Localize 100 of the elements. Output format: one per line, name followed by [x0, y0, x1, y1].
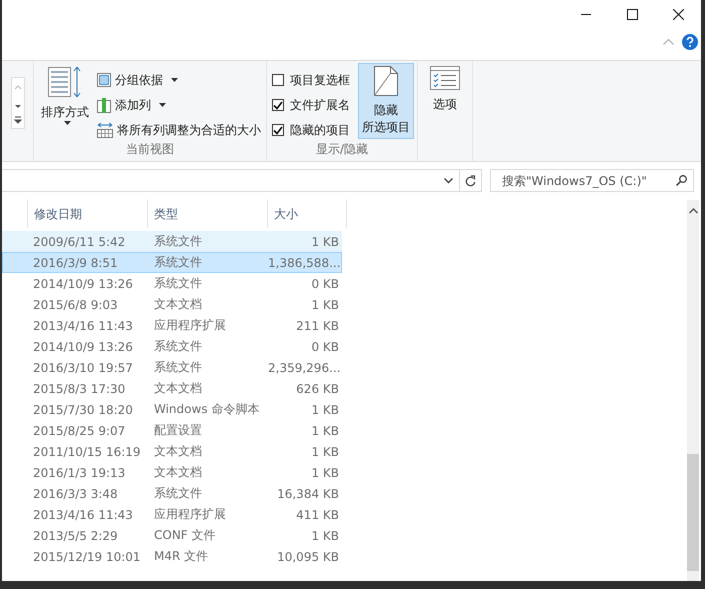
checkbox[interactable] [272, 74, 284, 86]
file-row[interactable]: 2015/8/25 9:07 配置设置 1 KB [2, 420, 342, 441]
date-cell-text: 2015/8/25 9:07 [32, 424, 126, 438]
size-cell-text: 1 KB [310, 466, 340, 480]
chevron-down-icon [444, 178, 452, 184]
size-cell-text: 1 KB [310, 528, 340, 542]
type-cell-text: 文本文档 [153, 443, 203, 460]
ribbon-button[interactable]: 添加列 [95, 94, 263, 116]
sort-by-icon [48, 66, 82, 98]
ribbon-button[interactable]: 分组依据 [95, 69, 263, 91]
file-row[interactable]: 2015/8/3 17:30 文本文档 626 KB [2, 378, 342, 399]
group-label: 当前视图 [125, 141, 175, 158]
size-cell-text: 1 KB [310, 298, 340, 312]
column-header[interactable]: 大小 [267, 200, 347, 228]
size-cell-text: 1 KB [310, 424, 340, 438]
close-icon [672, 8, 684, 20]
file-row[interactable]: 2016/1/3 19:13 文本文档 1 KB [2, 462, 342, 483]
file-row[interactable]: 2015/7/30 18:20 Windows 命令脚本 1 KB [2, 399, 342, 420]
sort-by-button[interactable]: 排序方式 [37, 63, 93, 139]
caret-icon [64, 121, 70, 125]
size-cell-text: 16,384 KB [276, 486, 340, 500]
type-cell-text: 系统文件 [153, 254, 203, 271]
page-icon [374, 66, 398, 96]
type-cell-text: 应用程序扩展 [153, 317, 227, 334]
column-header[interactable]: 类型 [147, 200, 267, 228]
type-cell-text: 系统文件 [153, 275, 203, 292]
help-icon[interactable] [682, 34, 698, 50]
file-row[interactable]: 2011/10/15 16:19 文本文档 1 KB [2, 441, 342, 462]
date-cell-text: 2011/10/15 16:19 [32, 444, 142, 458]
file-row[interactable]: 2016/3/9 8:51 系统文件 1,386,588... [2, 252, 342, 273]
caret-icon [171, 78, 178, 82]
date-cell-text: 2014/10/9 13:26 [32, 276, 134, 290]
search-icon [676, 175, 687, 186]
type-cell-text: M4R 文件 [153, 548, 210, 565]
group-label: 显示/隐藏 [314, 141, 370, 158]
date-cell-text: 2016/3/3 3:48 [32, 486, 119, 500]
checkbox-label: 隐藏的项目 [290, 122, 350, 138]
maximize-icon [626, 8, 638, 20]
type-cell-text: 应用程序扩展 [153, 506, 227, 523]
type-cell-text: 系统文件 [153, 359, 203, 376]
size-cell-text: 0 KB [310, 276, 340, 290]
type-cell-text: Windows 命令脚本 [153, 401, 260, 418]
file-row[interactable]: 2013/4/16 11:43 应用程序扩展 411 KB [2, 504, 342, 525]
date-cell-text: 2013/4/16 11:43 [32, 318, 134, 332]
type-cell-text: 文本文档 [153, 464, 203, 481]
options-button[interactable]: 选项 [421, 63, 469, 139]
type-cell-text: 配置设置 [153, 422, 203, 439]
size-cell: 2,359,296... [268, 360, 341, 374]
date-cell-text: 2013/5/5 2:29 [32, 528, 119, 542]
date-cell-text: 2015/12/19 10:01 [32, 550, 142, 564]
gallery-scroll-icon[interactable] [11, 77, 25, 129]
scroll-up-icon [688, 208, 698, 214]
date-cell-text: 2013/4/16 11:43 [32, 508, 134, 522]
group-by-icon [97, 73, 111, 87]
checkbox[interactable] [272, 99, 284, 111]
file-row[interactable]: 2016/3/3 3:48 系统文件 16,384 KB [2, 483, 342, 504]
size-cell-text: 10,095 KB [276, 550, 340, 564]
size-cell-text: 1 KB [310, 402, 340, 416]
file-row[interactable]: 2015/6/8 9:03 文本文档 1 KB [2, 294, 342, 315]
date-cell-text: 2015/8/3 17:30 [32, 382, 126, 396]
type-cell-text: CONF 文件 [153, 527, 217, 544]
size-cell-text: 0 KB [310, 340, 340, 354]
type-cell-text: 文本文档 [153, 380, 203, 397]
search-field[interactable]: 搜索"Windows7_OS (C:)" [490, 169, 694, 192]
date-cell-text: 2014/10/9 13:26 [32, 340, 134, 354]
type-cell-text: 系统文件 [153, 233, 203, 250]
size-cell: 1,386,588... [268, 256, 341, 270]
hide-selected-button[interactable]: 隐藏 所选项目 [358, 63, 414, 139]
date-cell-text: 2015/7/30 18:20 [32, 402, 134, 416]
type-cell-text: 系统文件 [153, 338, 203, 355]
fit-columns-icon [97, 122, 113, 138]
type-cell-text: 文本文档 [153, 296, 203, 313]
add-column-icon [97, 98, 111, 112]
date-cell-text: 2016/3/10 19:57 [32, 360, 134, 374]
size-cell-text: 411 KB [295, 508, 340, 522]
scrollbar[interactable] [687, 200, 699, 581]
date-cell-text: 2009/6/11 5:42 [32, 234, 126, 248]
ribbon-button[interactable]: 将所有列调整为合适的大小 [95, 119, 263, 141]
date-cell-text: 2016/3/9 8:51 [32, 256, 119, 270]
file-row[interactable]: 2009/6/11 5:42 系统文件 1 KB [2, 231, 342, 252]
size-cell-text: 1 KB [310, 444, 340, 458]
file-row[interactable]: 2013/5/5 2:29 CONF 文件 1 KB [2, 525, 342, 546]
caret-icon [159, 103, 166, 107]
size-cell-text: 626 KB [295, 382, 340, 396]
file-row[interactable]: 2014/10/9 13:26 系统文件 0 KB [2, 273, 342, 294]
checkbox-label: 文件扩展名 [290, 96, 350, 114]
size-cell-text: 211 KB [295, 318, 340, 332]
file-row[interactable]: 2015/12/19 10:01 M4R 文件 10,095 KB [2, 546, 342, 567]
checkbox[interactable] [272, 124, 284, 136]
date-cell-text: 2016/1/3 19:13 [32, 466, 126, 480]
scrollbar-thumb[interactable] [687, 454, 699, 571]
size-cell-text: 1 KB [310, 234, 340, 248]
column-header[interactable]: 修改日期 [27, 200, 147, 228]
file-row[interactable]: 2013/4/16 11:43 应用程序扩展 211 KB [2, 315, 342, 336]
file-row[interactable]: 2016/3/10 19:57 系统文件 2,359,296... [2, 357, 342, 378]
date-cell-text: 2015/6/8 9:03 [32, 298, 119, 312]
file-row[interactable]: 2014/10/9 13:26 系统文件 0 KB [2, 336, 342, 357]
refresh-icon [465, 174, 476, 186]
options-icon [430, 66, 460, 90]
type-cell-text: 系统文件 [153, 485, 203, 502]
